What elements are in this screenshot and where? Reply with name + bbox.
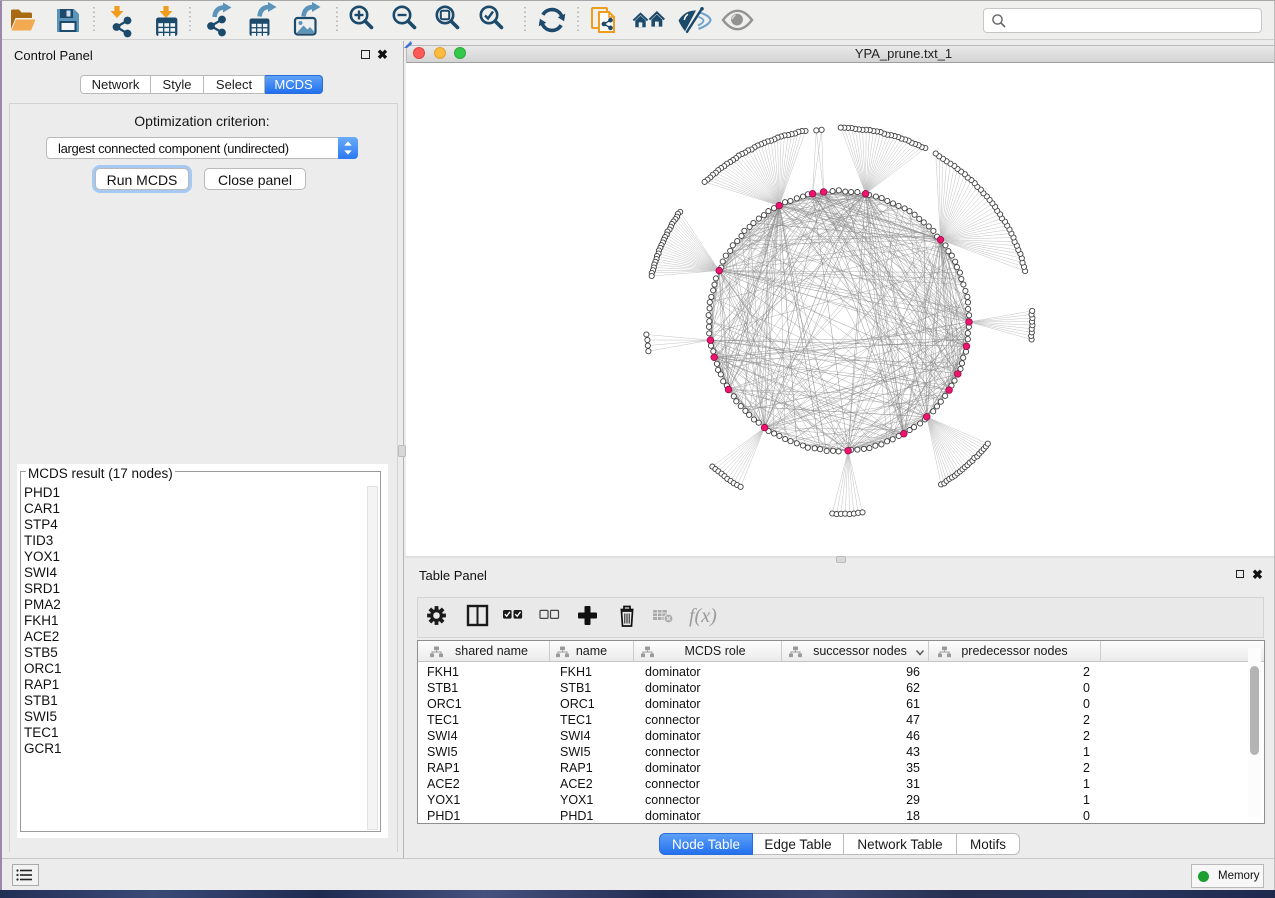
svg-text:f(x): f(x) [689, 605, 717, 627]
